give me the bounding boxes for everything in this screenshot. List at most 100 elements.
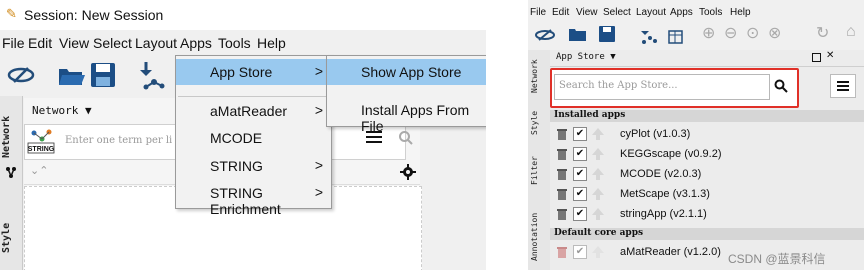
- zoom-fit-icon[interactable]: ⊙: [746, 23, 759, 43]
- menu-apps[interactable]: Apps: [180, 35, 212, 51]
- menu-item-show-app-store[interactable]: Show App Store: [327, 59, 486, 85]
- app-checkbox[interactable]: ✔: [573, 127, 587, 141]
- network-dropdown[interactable]: Network ▼: [32, 104, 92, 117]
- menu-help[interactable]: Help: [730, 7, 751, 18]
- update-arrow-icon[interactable]: [591, 147, 605, 161]
- menu-bar: File Edit View Select Layout Apps Tools …: [0, 32, 486, 54]
- string-database-icon[interactable]: STRING: [27, 127, 57, 157]
- import-network-icon[interactable]: [136, 60, 166, 90]
- trash-icon[interactable]: [556, 147, 568, 161]
- menu-item-label: STRING Enrichment: [210, 185, 281, 217]
- app-store-submenu: Show App Store Install Apps From File: [326, 55, 486, 134]
- zoom-out-icon[interactable]: ⊖: [724, 23, 737, 43]
- new-session-icon[interactable]: [6, 60, 36, 90]
- search-placeholder: Search the App Store...: [559, 80, 678, 91]
- menu-select[interactable]: Select: [93, 35, 132, 51]
- apps-menu-dropdown: App Store > aMatReader > MCODE STRING > …: [175, 55, 332, 217]
- tab-filter[interactable]: Filter: [530, 154, 548, 188]
- import-network-icon[interactable]: [638, 24, 658, 44]
- update-arrow-icon[interactable]: [591, 245, 605, 259]
- watermark: CSDN @蓝景科信: [728, 252, 826, 266]
- app-checkbox[interactable]: ✔: [573, 167, 587, 181]
- tab-network[interactable]: Network: [530, 56, 548, 96]
- zoom-selected-icon[interactable]: ⊗: [768, 23, 781, 43]
- menu-edit[interactable]: Edit: [552, 7, 569, 18]
- left-screenshot: ✎ Session: New Session File Edit View Se…: [0, 0, 486, 270]
- trash-icon[interactable]: [556, 207, 568, 221]
- panel-title-dropdown[interactable]: App Store ▼: [556, 52, 616, 62]
- menu-tools[interactable]: Tools: [218, 35, 251, 51]
- submenu-arrow-icon: >: [314, 102, 323, 118]
- trash-icon[interactable]: [556, 245, 568, 259]
- open-folder-icon[interactable]: [568, 25, 588, 43]
- menu-item-mcode[interactable]: MCODE: [176, 125, 331, 151]
- submenu-arrow-icon: >: [314, 63, 323, 79]
- control-panel-tabs: Network Style Filter Annotation: [528, 50, 551, 270]
- app-checkbox[interactable]: ✔: [573, 147, 587, 161]
- menu-layout[interactable]: Layout: [135, 35, 177, 51]
- app-row: ✔ MetScape (v3.1.3): [550, 184, 864, 204]
- app-store-options-icon[interactable]: [830, 74, 856, 98]
- menu-view[interactable]: View: [59, 35, 89, 51]
- update-arrow-icon[interactable]: [591, 187, 605, 201]
- menu-item-string[interactable]: STRING >: [176, 153, 331, 179]
- menu-item-install-from-file[interactable]: Install Apps From File: [327, 97, 486, 134]
- search-icon[interactable]: [774, 79, 788, 93]
- maximize-icon[interactable]: [812, 53, 821, 62]
- trash-icon[interactable]: [556, 187, 568, 201]
- tab-network[interactable]: Network: [1, 110, 21, 164]
- save-icon[interactable]: [88, 60, 118, 90]
- menu-apps[interactable]: Apps: [670, 7, 693, 18]
- cytoscape-logo-icon: ✎: [6, 6, 17, 21]
- network-search-input[interactable]: Enter one term per li: [65, 135, 172, 146]
- expand-all-icon[interactable]: ⌄⌃: [30, 164, 48, 177]
- trash-icon[interactable]: [556, 127, 568, 141]
- toolbar: ⊕ ⊖ ⊙ ⊗ ↻ ⌂: [528, 22, 864, 50]
- update-arrow-icon[interactable]: [591, 207, 605, 221]
- title-bar: ✎ Session: New Session: [0, 0, 486, 30]
- import-table-icon[interactable]: [666, 24, 684, 44]
- update-arrow-icon[interactable]: [591, 127, 605, 141]
- app-name: aMatReader (v1.2.0): [620, 246, 721, 258]
- gear-icon[interactable]: [400, 164, 416, 180]
- window-title: Session: New Session: [24, 7, 164, 23]
- app-name: cyPlot (v1.0.3): [620, 128, 691, 140]
- menu-view[interactable]: View: [576, 7, 598, 18]
- menu-file[interactable]: File: [2, 35, 25, 51]
- save-icon[interactable]: [598, 25, 616, 43]
- update-arrow-icon[interactable]: [591, 167, 605, 181]
- menu-tools[interactable]: Tools: [699, 7, 722, 18]
- menu-layout[interactable]: Layout: [636, 7, 666, 18]
- menu-edit[interactable]: Edit: [28, 35, 52, 51]
- menu-select[interactable]: Select: [603, 7, 631, 18]
- app-checkbox[interactable]: ✔: [573, 187, 587, 201]
- control-panel-tabs: Network Style: [0, 96, 23, 270]
- refresh-icon[interactable]: ↻: [816, 23, 829, 43]
- app-store-search-input[interactable]: Search the App Store...: [554, 74, 770, 100]
- app-row: ✔ stringApp (v2.1.1): [550, 204, 864, 224]
- app-row: ✔ cyPlot (v1.0.3): [550, 124, 864, 144]
- app-name: MCODE (v2.0.3): [620, 168, 702, 180]
- home-icon[interactable]: ⌂: [846, 23, 856, 41]
- tab-style[interactable]: Style: [1, 216, 21, 260]
- menu-item-label: STRING: [210, 158, 263, 174]
- app-checkbox[interactable]: ✔: [573, 207, 587, 221]
- new-session-icon[interactable]: [534, 26, 556, 44]
- trash-icon[interactable]: [556, 167, 568, 181]
- app-checkbox[interactable]: ✔: [573, 245, 587, 259]
- close-icon[interactable]: ✕: [826, 50, 834, 61]
- zoom-in-icon[interactable]: ⊕: [702, 23, 715, 43]
- open-folder-icon[interactable]: [56, 60, 86, 90]
- menu-item-amatreader[interactable]: aMatReader >: [176, 98, 331, 124]
- tab-style[interactable]: Style: [530, 108, 548, 138]
- network-label: Network: [32, 104, 79, 117]
- menu-item-app-store[interactable]: App Store >: [176, 59, 331, 85]
- tab-annotation[interactable]: Annotation: [530, 210, 548, 264]
- search-highlight-box: Search the App Store...: [550, 68, 799, 108]
- menu-help[interactable]: Help: [257, 35, 286, 51]
- menu-file[interactable]: File: [530, 7, 546, 18]
- app-row: ✔ KEGGscape (v0.9.2): [550, 144, 864, 164]
- menu-item-string-enrichment[interactable]: STRING Enrichment >: [176, 180, 331, 217]
- submenu-arrow-icon: >: [314, 184, 323, 200]
- panel-header: App Store ▼ ✕: [550, 50, 864, 67]
